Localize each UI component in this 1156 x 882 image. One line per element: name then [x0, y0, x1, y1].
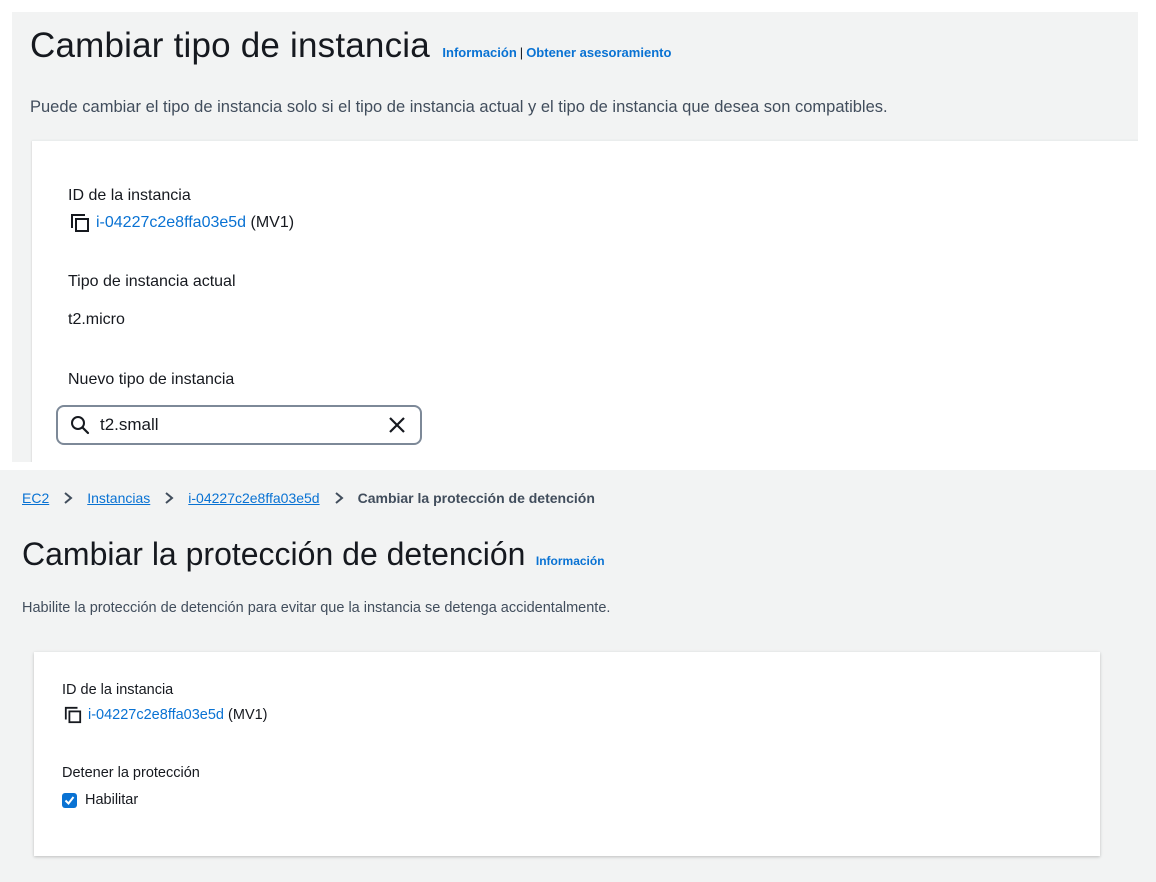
breadcrumb-instance-id[interactable]: i-04227c2e8ffa03e5d [188, 490, 319, 506]
new-type-search[interactable] [56, 405, 422, 445]
protection-label: Detener la protección [62, 765, 200, 781]
breadcrumb-current: Cambiar la protección de detención [357, 490, 595, 506]
checkmark-icon [64, 795, 75, 805]
breadcrumb-ec2[interactable]: EC2 [22, 490, 49, 506]
advice-link[interactable]: Obtener asesoramiento [526, 45, 671, 60]
instance-id-link[interactable]: i-04227c2e8ffa03e5d [96, 214, 246, 232]
info-link[interactable]: Información [536, 554, 605, 568]
chevron-right-icon [334, 492, 344, 504]
stop-protection-form: ID de la instancia i-04227c2e8ffa03e5d (… [34, 652, 1100, 856]
page-title: Cambiar tipo de instancia [30, 26, 430, 65]
instance-id-link[interactable]: i-04227c2e8ffa03e5d [88, 707, 224, 723]
page-title: Cambiar la protección de detención [22, 536, 526, 572]
instance-id-label: ID de la instancia [62, 682, 174, 698]
stop-protection-header: Cambiar la protección de detención Infor… [22, 536, 605, 573]
current-type-label: Tipo de instancia actual [68, 273, 236, 290]
header-links: Información | Obtener asesoramiento [442, 45, 671, 60]
page-description: Habilite la protección de detención para… [22, 600, 611, 616]
chevron-right-icon [165, 492, 174, 504]
instance-type-form: ID de la instancia i-04227c2e8ffa03e5d (… [32, 140, 1138, 462]
new-type-label: Nuevo tipo de instancia [68, 371, 235, 388]
info-link[interactable]: Información [442, 45, 516, 60]
instance-id-row: i-04227c2e8ffa03e5d (MV1) [64, 706, 268, 724]
page-description: Puede cambiar el tipo de instancia solo … [30, 98, 888, 116]
copy-icon[interactable] [64, 706, 82, 724]
breadcrumb: EC2 Instancias i-04227c2e8ffa03e5d Cambi… [22, 490, 595, 506]
change-type-header: Cambiar tipo de instancia Información | Ob… [30, 26, 671, 66]
new-type-input[interactable] [100, 415, 360, 435]
clear-icon[interactable] [386, 414, 408, 436]
instance-name: (MV1) [250, 214, 295, 231]
search-icon [71, 416, 90, 435]
instance-id-label: ID de la instancia [68, 187, 191, 204]
change-instance-type-panel: Cambiar tipo de instancia Información | Ob… [12, 12, 1138, 462]
enable-checkbox-label: Habilitar [85, 792, 139, 808]
breadcrumb-instances[interactable]: Instancias [87, 490, 150, 506]
enable-protection-row[interactable]: Habilitar [62, 792, 138, 808]
stop-protection-panel: EC2 Instancias i-04227c2e8ffa03e5d Cambi… [0, 470, 1156, 882]
enable-checkbox[interactable] [62, 792, 77, 808]
link-separator: | [519, 45, 524, 60]
instance-id-row: i-04227c2e8ffa03e5d (MV1) [70, 213, 294, 233]
chevron-right-icon [64, 492, 73, 504]
current-type-value: t2.micro [68, 311, 125, 328]
instance-name: (MV1) [228, 707, 268, 723]
copy-icon[interactable] [70, 213, 90, 233]
